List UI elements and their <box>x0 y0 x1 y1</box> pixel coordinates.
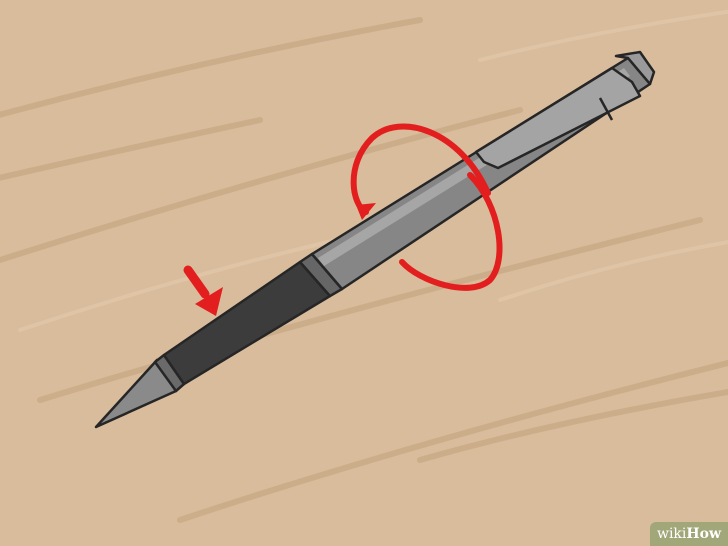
watermark-part-1: wiki <box>656 526 687 542</box>
wikihow-watermark: wikiHow <box>650 522 728 546</box>
illustration-canvas <box>0 0 728 546</box>
watermark-part-2: How <box>686 526 722 542</box>
illustration-scene: wikiHow <box>0 0 728 546</box>
